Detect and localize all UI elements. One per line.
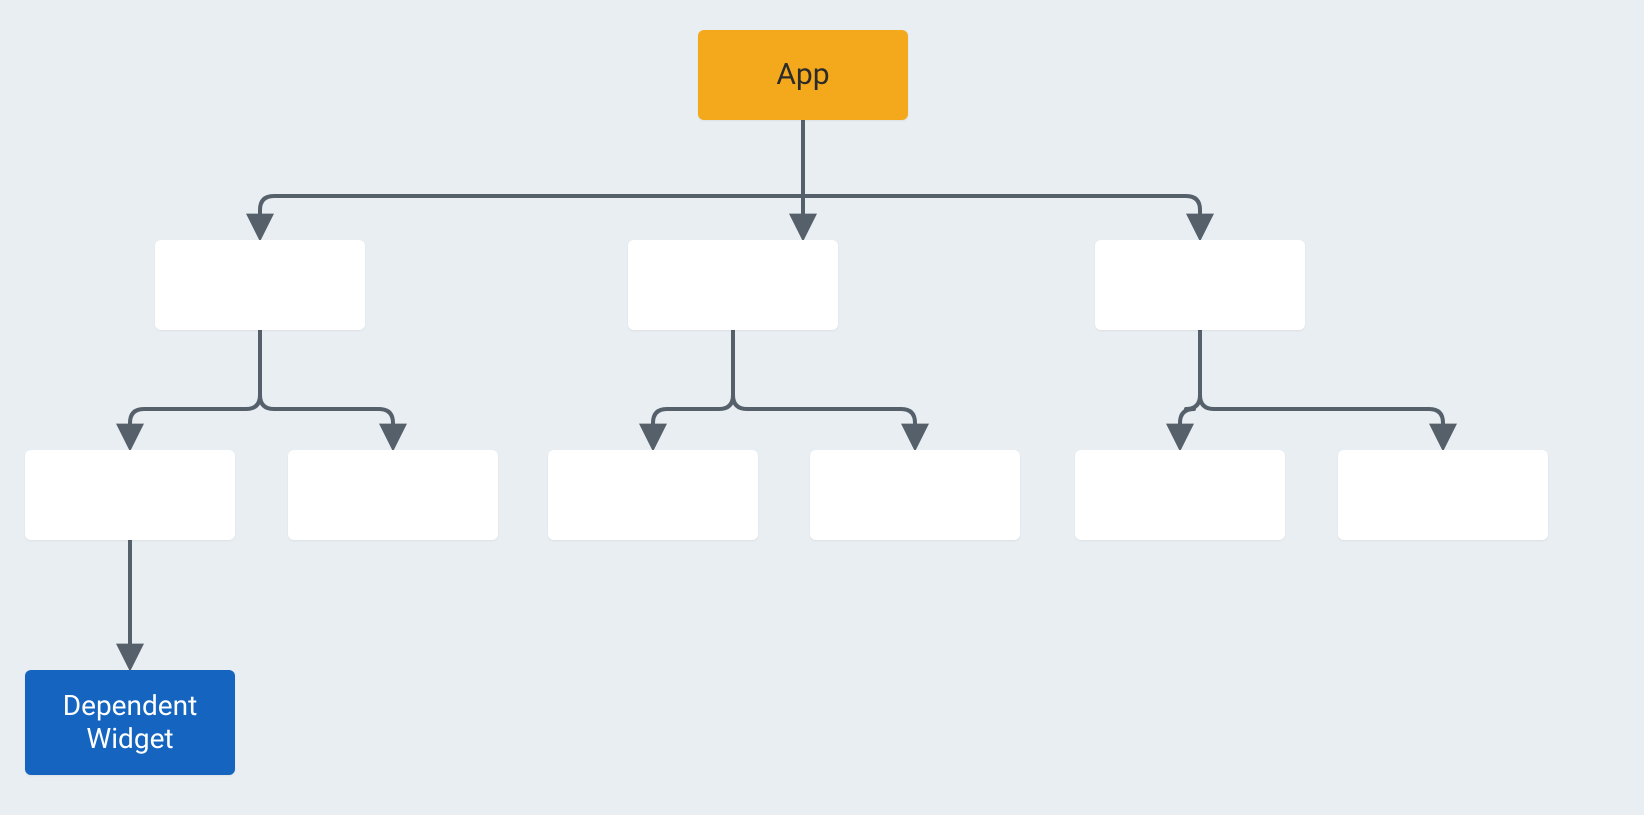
node-level2-c1: [1075, 450, 1285, 540]
node-app: App: [698, 30, 908, 120]
node-level1-a: [155, 240, 365, 330]
node-app-label: App: [776, 58, 829, 93]
node-dependent-widget-label: Dependent Widget: [63, 690, 198, 754]
node-level2-c2: [1338, 450, 1548, 540]
diagram-canvas: App Dependent Widget: [0, 0, 1644, 815]
node-level2-a2: [288, 450, 498, 540]
node-dependent-widget: Dependent Widget: [25, 670, 235, 775]
node-level2-b1: [548, 450, 758, 540]
connectors-svg: [0, 0, 1644, 815]
node-level2-b2: [810, 450, 1020, 540]
node-level2-a1: [25, 450, 235, 540]
node-level1-b: [628, 240, 838, 330]
node-level1-c: [1095, 240, 1305, 330]
